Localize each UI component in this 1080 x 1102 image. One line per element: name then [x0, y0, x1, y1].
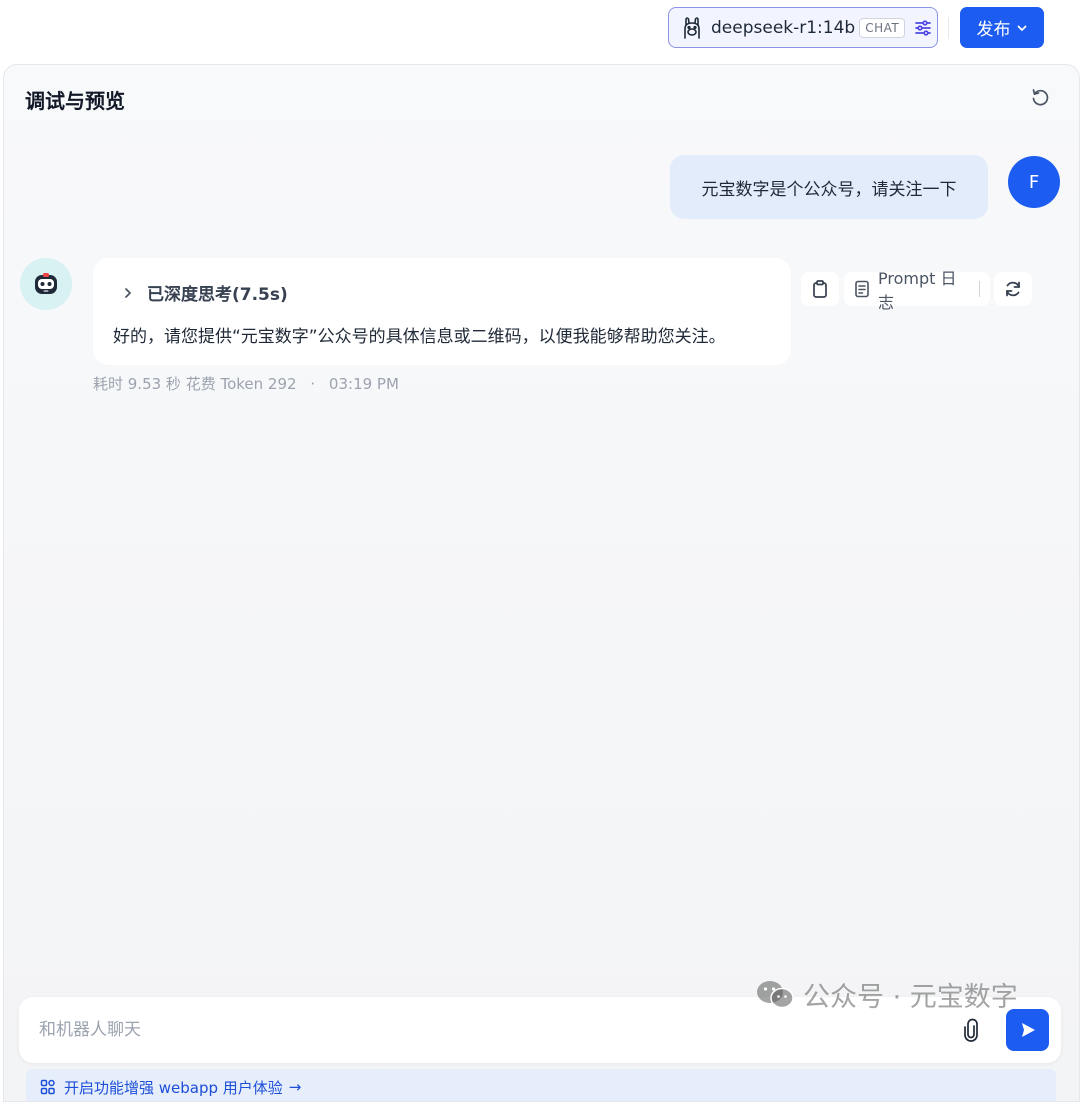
robot-icon: [35, 273, 57, 294]
divider: [979, 281, 980, 297]
send-button[interactable]: [1006, 1009, 1049, 1051]
bot-message-bubble: 已深度思考(7.5s) 好的，请您提供“元宝数字”公众号的具体信息或二维码，以便…: [93, 258, 791, 365]
avatar-letter: F: [1028, 171, 1040, 193]
model-selector[interactable]: deepseek-r1:14b CHAT: [668, 7, 938, 48]
chevron-right-icon: [123, 287, 133, 299]
thinking-label: 已深度思考(7.5s): [147, 285, 288, 305]
wechat-icon: [755, 979, 795, 1011]
regenerate-button[interactable]: [994, 272, 1032, 306]
token-cost: 花费 Token 292: [185, 375, 297, 393]
apps-grid-icon: [40, 1079, 56, 1095]
meta-separator: ·: [310, 375, 316, 393]
copy-button[interactable]: [801, 272, 839, 306]
message-actions: Prompt 日志: [801, 269, 1032, 312]
publish-label: 发布: [976, 20, 1011, 40]
clipboard-icon: [813, 280, 827, 298]
enhance-webapp-banner[interactable]: 开启功能增强 webapp 用户体验 →: [26, 1069, 1056, 1101]
debug-preview-panel: 调试与预览 元宝数字是个公众号，请关注一下 F 已深度思考(7.5s) 好的，请…: [3, 64, 1080, 1102]
message-meta: 耗时 9.53 秒 花费 Token 292 · 03:19 PM: [93, 373, 399, 394]
message-time: 03:19 PM: [328, 375, 399, 393]
panel-title: 调试与预览: [25, 89, 125, 113]
prompt-log-button[interactable]: Prompt 日志: [844, 269, 990, 312]
llama-icon: [681, 16, 703, 40]
enhance-text: 开启功能增强 webapp 用户体验: [64, 1078, 283, 1097]
bot-message-text: 好的，请您提供“元宝数字”公众号的具体信息或二维码，以便我能够帮助您关注。: [113, 327, 726, 347]
settings-sliders-icon[interactable]: [913, 17, 933, 39]
restart-icon[interactable]: [1028, 85, 1052, 109]
user-message-bubble: 元宝数字是个公众号，请关注一下: [670, 155, 988, 219]
user-message-text: 元宝数字是个公众号，请关注一下: [701, 179, 957, 200]
send-icon: [1021, 1023, 1035, 1037]
user-avatar: F: [1008, 156, 1060, 208]
paperclip-icon[interactable]: [959, 1017, 983, 1043]
thinking-toggle[interactable]: 已深度思考(7.5s): [123, 280, 288, 305]
prompt-log-label: Prompt 日志: [878, 269, 957, 312]
document-icon: [854, 280, 870, 298]
bot-avatar: [20, 258, 72, 310]
response-duration: 耗时 9.53 秒: [93, 375, 181, 393]
chat-input[interactable]: [37, 1013, 937, 1047]
top-bar: deepseek-r1:14b CHAT 发布: [0, 0, 1080, 64]
chevron-down-icon: [1016, 22, 1028, 34]
arrow-right-icon: →: [288, 1078, 302, 1096]
publish-button[interactable]: 发布: [960, 7, 1044, 48]
model-name: deepseek-r1:14b: [711, 17, 856, 38]
model-type-badge: CHAT: [859, 17, 906, 38]
regenerate-icon: [1006, 281, 1020, 297]
watermark: 公众号 · 元宝数字: [755, 975, 1018, 1014]
divider: [948, 17, 949, 39]
watermark-text: 公众号 · 元宝数字: [803, 982, 1018, 1013]
